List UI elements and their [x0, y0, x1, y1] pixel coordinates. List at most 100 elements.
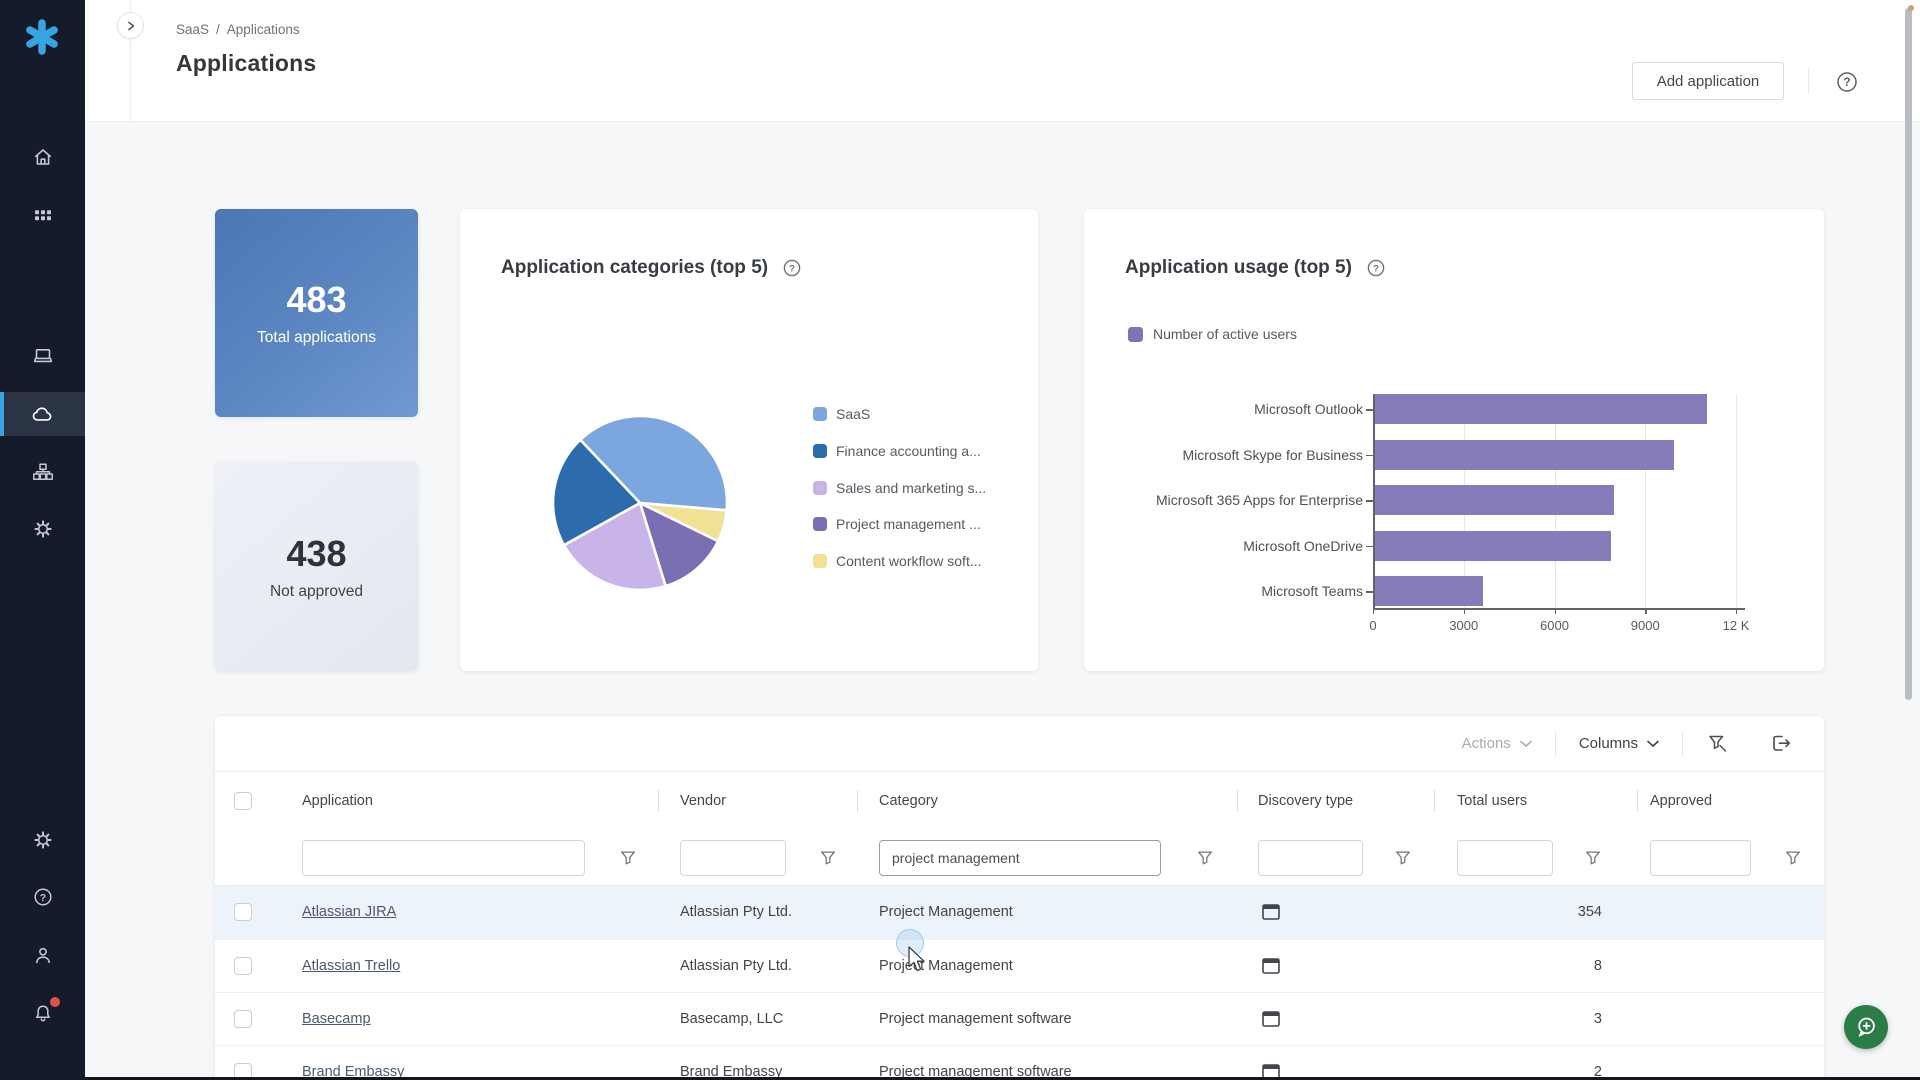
- sidebar-item-home[interactable]: [0, 135, 85, 179]
- vendor-filter-button[interactable]: [818, 848, 838, 873]
- category-pie-chart[interactable]: [545, 408, 735, 598]
- legend-swatch: [813, 444, 827, 458]
- question-circle-icon: ?: [1835, 70, 1859, 94]
- gridline: [1736, 394, 1737, 608]
- bar-microsoft-skype-for-business[interactable]: [1375, 440, 1675, 470]
- page-header: SaaS/Applications Applications Add appli…: [85, 0, 1920, 122]
- discovery-filter-input[interactable]: [1258, 840, 1363, 876]
- column-header-discovery[interactable]: Discovery type: [1258, 772, 1353, 830]
- add-application-button[interactable]: Add application: [1632, 62, 1784, 100]
- table-row[interactable]: Atlassian JIRAAtlassian Pty Ltd.Project …: [215, 886, 1824, 939]
- chat-widget-button[interactable]: [1844, 1005, 1888, 1049]
- chat-bubble-plus-icon: [1853, 1014, 1879, 1040]
- columns-dropdown[interactable]: Columns: [1579, 735, 1659, 752]
- pie-legend-item[interactable]: Finance accounting a...: [813, 443, 981, 459]
- actions-dropdown[interactable]: Actions: [1462, 735, 1532, 752]
- sidebar-item-saas[interactable]: [0, 392, 85, 436]
- column-header-category[interactable]: Category: [879, 772, 938, 830]
- filter-funnel-icon: [1583, 848, 1603, 868]
- row-checkbox[interactable]: [234, 1010, 252, 1028]
- notifications-bell-icon: [32, 1002, 54, 1024]
- pie-legend-item[interactable]: Sales and marketing s...: [813, 480, 986, 496]
- cell-vendor: Brand Embassy: [680, 1046, 782, 1080]
- help-circle-icon[interactable]: ?: [1366, 258, 1386, 278]
- x-tick-label: 6000: [1540, 618, 1569, 633]
- sidebar-item-apps[interactable]: [0, 193, 85, 237]
- app-logo[interactable]: [23, 18, 61, 56]
- svg-text:?: ?: [39, 892, 45, 904]
- vertical-scrollbar[interactable]: [1905, 8, 1912, 700]
- approved-filter-button[interactable]: [1783, 848, 1803, 873]
- table-body: Atlassian JIRAAtlassian Pty Ltd.Project …: [215, 886, 1824, 1080]
- bar-microsoft-365-apps-for-enterprise[interactable]: [1375, 485, 1614, 515]
- cell-vendor: Basecamp, LLC: [680, 993, 783, 1046]
- application-link[interactable]: Atlassian Trello: [302, 958, 400, 974]
- total-users-filter-button[interactable]: [1583, 848, 1603, 873]
- bar-microsoft-onedrive[interactable]: [1375, 531, 1611, 561]
- table-filter-row: [215, 830, 1824, 886]
- category-tick: [1366, 455, 1373, 457]
- pie-legend-item[interactable]: Project management ...: [813, 516, 981, 532]
- sidebar-expand-button[interactable]: [117, 12, 144, 39]
- settings-gear-icon: [32, 829, 54, 851]
- sidebar-item-help[interactable]: ?: [0, 875, 85, 919]
- row-checkbox[interactable]: [234, 903, 252, 921]
- bar-microsoft-outlook[interactable]: [1375, 394, 1708, 424]
- pie-legend-item[interactable]: SaaS: [813, 406, 870, 422]
- row-checkbox[interactable]: [234, 957, 252, 975]
- total-users-filter-input[interactable]: [1457, 840, 1553, 876]
- cell-application: Basecamp: [302, 993, 371, 1046]
- application-filter-input[interactable]: [302, 840, 585, 876]
- discovery-filter-button[interactable]: [1393, 848, 1413, 873]
- x-tick-label: 0: [1369, 618, 1376, 633]
- svg-text:?: ?: [789, 264, 795, 275]
- application-link[interactable]: Basecamp: [302, 1011, 371, 1027]
- pie-legend-item[interactable]: Content workflow soft...: [813, 553, 982, 569]
- cell-total-users: 2: [1457, 1046, 1602, 1080]
- category-tick: [1366, 591, 1373, 593]
- approved-filter-input[interactable]: [1650, 840, 1751, 876]
- table-row[interactable]: BasecampBasecamp, LLCProject management …: [215, 992, 1824, 1045]
- cell-total-users: 3: [1457, 993, 1602, 1046]
- table-row[interactable]: Atlassian TrelloAtlassian Pty Ltd.Projec…: [215, 939, 1824, 992]
- sidebar: ?: [0, 0, 85, 1080]
- clear-filter-icon: [1706, 732, 1729, 755]
- select-all-checkbox[interactable]: [234, 792, 252, 810]
- filter-funnel-icon: [1783, 848, 1803, 868]
- page-help-button[interactable]: ?: [1835, 70, 1859, 99]
- table-row[interactable]: Brand EmbassyBrand EmbassyProject manage…: [215, 1045, 1824, 1080]
- application-filter-button[interactable]: [618, 848, 638, 873]
- column-header-application[interactable]: Application: [302, 772, 373, 830]
- column-header-vendor[interactable]: Vendor: [680, 772, 726, 830]
- notification-badge: [50, 997, 60, 1007]
- sidebar-item-integrations[interactable]: [0, 450, 85, 494]
- bar-category-label: Microsoft OneDrive: [1123, 531, 1363, 561]
- breadcrumb-saas[interactable]: SaaS: [176, 22, 209, 37]
- chevron-down-icon: [1520, 740, 1532, 748]
- application-link[interactable]: Atlassian JIRA: [302, 904, 396, 920]
- sidebar-item-notifications[interactable]: [0, 991, 85, 1035]
- vendor-filter-input[interactable]: [680, 840, 786, 876]
- sidebar-item-profile[interactable]: [0, 933, 85, 977]
- sidebar-item-settings[interactable]: [0, 818, 85, 862]
- category-filter-button[interactable]: [1195, 848, 1215, 873]
- x-tick-label: 12 K: [1723, 618, 1750, 633]
- bar-category-label: Microsoft 365 Apps for Enterprise: [1123, 485, 1363, 515]
- clear-filters-button[interactable]: [1706, 732, 1729, 755]
- cell-discovery-type: [1262, 904, 1280, 925]
- category-filter-input[interactable]: [879, 840, 1161, 876]
- export-button[interactable]: [1769, 732, 1793, 755]
- column-divider: [1434, 790, 1435, 812]
- total-applications-label: Total applications: [257, 329, 376, 347]
- column-header-total-users[interactable]: Total users: [1457, 772, 1527, 830]
- cell-vendor: Atlassian Pty Ltd.: [680, 940, 792, 993]
- help-circle-icon[interactable]: ?: [782, 258, 802, 278]
- sidebar-item-workflows[interactable]: [0, 507, 85, 551]
- bar-category-label: Microsoft Teams: [1123, 576, 1363, 606]
- column-divider: [1637, 790, 1638, 812]
- sidebar-item-devices[interactable]: [0, 333, 85, 377]
- breadcrumb-applications[interactable]: Applications: [227, 22, 300, 37]
- bar-microsoft-teams[interactable]: [1375, 576, 1484, 606]
- column-header-approved[interactable]: Approved: [1650, 772, 1712, 830]
- chevron-down-icon: [1647, 740, 1659, 748]
